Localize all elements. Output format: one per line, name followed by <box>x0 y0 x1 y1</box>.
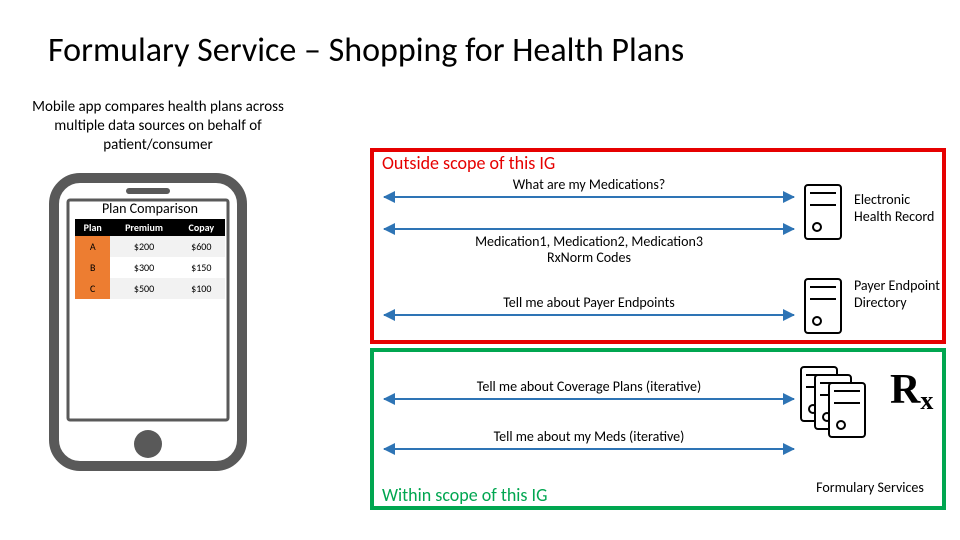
page-title: Formulary Service – Shopping for Health … <box>48 30 684 71</box>
rx-icon: Rx <box>890 366 933 416</box>
arrow-payer-request: Tell me about Payer Endpoints <box>384 314 794 316</box>
col-premium: Premium <box>110 219 177 236</box>
arrow-meds-request: What are my Medications? <box>384 196 794 198</box>
payer-label: Payer Endpoint Directory <box>854 278 940 312</box>
arrow-coverage-plans: Tell me about Coverage Plans (iterative) <box>384 398 794 400</box>
arrow-my-meds: Tell me about my Meds (iterative) <box>384 448 794 450</box>
table-row: C $500 $100 <box>75 278 225 299</box>
arrow-label: Tell me about Coverage Plans (iterative) <box>414 378 764 395</box>
plan-comparison-title: Plan Comparison <box>75 200 225 217</box>
server-ehr-icon <box>804 184 842 240</box>
server-payer-icon <box>804 278 842 334</box>
col-plan: Plan <box>75 219 110 236</box>
phone-screen-content: Plan Comparison Plan Premium Copay A $20… <box>75 198 225 299</box>
outside-scope-label: Outside scope of this IG <box>382 152 555 174</box>
arrow-label: Medication1, Medication2, Medication3RxN… <box>414 234 764 266</box>
plan-table: Plan Premium Copay A $200 $600 B $300 $1… <box>75 219 225 299</box>
ehr-label: Electronic Health Record <box>854 192 940 226</box>
arrow-label: What are my Medications? <box>414 176 764 193</box>
table-row: B $300 $150 <box>75 257 225 278</box>
col-copay: Copay <box>178 219 225 236</box>
mobile-caption: Mobile app compares health plans across … <box>28 98 288 154</box>
arrow-label: Tell me about Payer Endpoints <box>414 294 764 311</box>
formulary-label: Formulary Services <box>800 480 940 497</box>
arrow-label: Tell me about my Meds (iterative) <box>414 428 764 445</box>
arrow-meds-response: Medication1, Medication2, Medication3RxN… <box>384 228 794 230</box>
table-row: A $200 $600 <box>75 236 225 257</box>
within-scope-label: Within scope of this IG <box>382 484 547 506</box>
